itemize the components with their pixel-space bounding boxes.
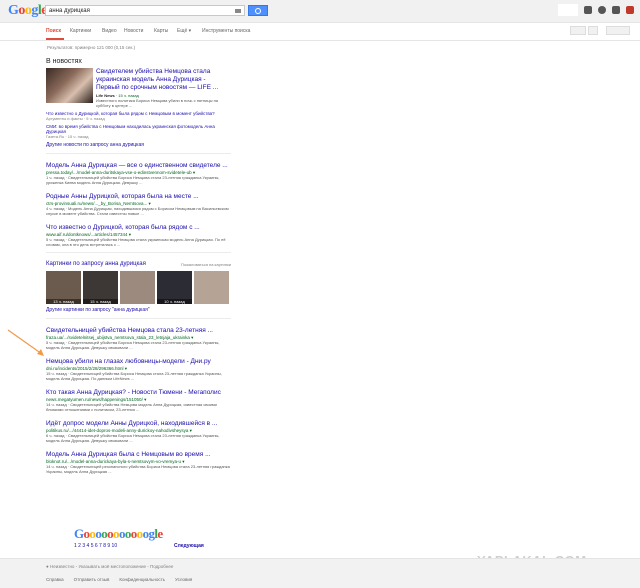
notifications-icon[interactable] xyxy=(598,6,606,14)
result-title[interactable]: Модель Анна Дурицкая — все о единственно… xyxy=(46,162,231,170)
result-snippet: 15 ч. назад · Свидетельницей убийства Бо… xyxy=(46,371,222,381)
page-link[interactable]: 9 xyxy=(107,543,110,549)
result-item: Кто такая Анна Дурицкая? - Новости Тюмен… xyxy=(46,389,231,412)
result-snippet: 5 ч. назад · Свидетельницей убийства Бор… xyxy=(46,340,220,350)
result-title[interactable]: Свидетельницей убийства Немцова стала 23… xyxy=(46,327,231,335)
account-area xyxy=(558,4,634,16)
share-icon[interactable] xyxy=(612,6,620,14)
divider xyxy=(46,252,231,253)
image-caption: 13 ч. назад xyxy=(46,299,81,304)
news-thumbnail-image[interactable] xyxy=(46,68,93,103)
image-caption: 15 ч. назад xyxy=(83,299,118,304)
tab-video[interactable]: Видео xyxy=(102,28,117,34)
tab-more[interactable]: Ещё ▾ xyxy=(177,28,191,34)
safe-search-icon[interactable] xyxy=(588,26,598,35)
news-main-snippet: Известного политика Бориса Немцова убили… xyxy=(96,98,219,108)
result-snippet: 5 ч. назад · Свидетельницей убийства Нем… xyxy=(46,237,226,247)
result-item: Идёт допрос модели Анны Дурицкой, находи… xyxy=(46,420,231,443)
result-item: Что известно о Дурицкой, которая была ря… xyxy=(46,224,231,247)
news-main-title[interactable]: Свидетелем убийства Немцова стала украин… xyxy=(96,68,231,92)
news-sub-meta-1: Аргументы и факты · 5 ч. назад xyxy=(46,116,105,121)
footer-links: Справка Отправить отзыв Конфиденциальнос… xyxy=(46,577,192,582)
search-input[interactable]: анна дурицкая xyxy=(45,5,245,16)
result-item: Модель Анна Дурицкая — все о единственно… xyxy=(46,162,231,185)
footer-link-help[interactable]: Справка xyxy=(46,577,64,582)
active-tab-indicator xyxy=(46,38,64,40)
more-news-link[interactable]: Другие новости по запросу анна дурицкая xyxy=(46,142,231,148)
page-link[interactable]: 8 xyxy=(103,543,106,549)
page-link[interactable]: 6 xyxy=(95,543,98,549)
image-thumbnail[interactable] xyxy=(194,271,229,304)
apps-grid-icon[interactable] xyxy=(584,6,592,14)
tab-maps[interactable]: Карты xyxy=(154,28,168,34)
results-column: В новостях Свидетелем убийства Немцова с… xyxy=(46,58,231,474)
result-snippet: 6 ч. назад · Свидетельницей убийства Бор… xyxy=(46,433,220,443)
result-title[interactable]: Модель Анна Дурицкая была с Немцовым во … xyxy=(46,451,231,459)
image-thumbnail[interactable]: 10 ч. назад xyxy=(157,271,192,304)
report-images-link[interactable]: Пожаловаться на картинки xyxy=(181,262,231,267)
page-link[interactable]: 5 xyxy=(91,543,94,549)
top-bar: Google анна дурицкая xyxy=(0,0,640,23)
page-link[interactable]: 7 xyxy=(99,543,102,549)
result-item: Модель Анна Дурицкая была с Немцовым во … xyxy=(46,451,231,474)
result-item: Родные Анны Дурицкой, которая была на ме… xyxy=(46,193,231,216)
result-title[interactable]: Немцова убили на глазах любовницы-модели… xyxy=(46,358,231,366)
page-link[interactable]: 3 xyxy=(82,543,85,549)
tab-search[interactable]: Поиск xyxy=(46,28,61,34)
result-snippet: 4 ч. назад · Модель Анна Дурицкая, наход… xyxy=(46,206,229,216)
news-sub-meta-2: Газета.Ru · 15 ч. назад xyxy=(46,134,89,139)
tab-images[interactable]: Картинки xyxy=(70,28,91,34)
result-snippet: 14 ч. назад · Свидетельницей убийства Не… xyxy=(46,402,217,412)
settings-gear-button[interactable] xyxy=(606,26,630,35)
search-nav: Поиск Картинки Видео Новости Карты Ещё ▾… xyxy=(0,23,640,41)
avatar[interactable] xyxy=(626,6,634,14)
tab-search-tools[interactable]: Инструменты поиска xyxy=(202,28,250,34)
search-button[interactable] xyxy=(248,5,268,16)
images-section-title[interactable]: Картинки по запросу анна дурицкая xyxy=(46,261,146,267)
page-link[interactable]: 10 xyxy=(112,543,118,549)
image-thumbnail[interactable]: 15 ч. назад xyxy=(83,271,118,304)
footer-link-terms[interactable]: Условия xyxy=(175,577,192,582)
image-caption: 10 ч. назад xyxy=(157,299,192,304)
results-count: Результатов: примерно 121 000 (0,15 сек.… xyxy=(47,45,136,50)
result-snippet: 1 ч. назад · Свидетельницей убийства Бор… xyxy=(46,175,220,185)
divider xyxy=(46,153,231,154)
account-name-box[interactable] xyxy=(558,4,578,16)
footer-location[interactable]: ● Неизвестно - Указывать моё местоположе… xyxy=(46,564,173,569)
result-title[interactable]: Что известно о Дурицкой, которая была ря… xyxy=(46,224,231,232)
divider xyxy=(46,318,231,319)
view-toggle-button[interactable] xyxy=(570,26,586,35)
page-link[interactable]: 2 xyxy=(78,543,81,549)
tab-news[interactable]: Новости xyxy=(124,28,143,34)
more-images-link[interactable]: Другие картинки по запросу "анна дурицка… xyxy=(46,307,231,313)
footer-link-feedback[interactable]: Отправить отзыв xyxy=(74,577,110,582)
result-title[interactable]: Родные Анны Дурицкой, которая была на ме… xyxy=(46,193,231,201)
image-thumbnail[interactable]: 13 ч. назад xyxy=(46,271,81,304)
result-title[interactable]: Кто такая Анна Дурицкая? - Новости Тюмен… xyxy=(46,389,231,397)
news-section-title: В новостях xyxy=(46,58,82,65)
result-snippet: 14 ч. назад · Свидетельницей резонансног… xyxy=(46,464,230,474)
search-query: анна дурицкая xyxy=(49,8,90,14)
result-item: Свидетельницей убийства Немцова стала 23… xyxy=(46,327,231,350)
google-logo[interactable]: Google xyxy=(8,3,47,19)
page-link[interactable]: 4 xyxy=(87,543,90,549)
pager-logo: Gooooooooooogle xyxy=(74,526,163,541)
images-header: Картинки по запросу анна дурицкая Пожало… xyxy=(46,261,231,267)
page-current: 1 xyxy=(74,543,77,549)
result-title[interactable]: Идёт допрос модели Анны Дурицкой, находи… xyxy=(46,420,231,428)
next-page-link[interactable]: Следующая xyxy=(174,543,204,549)
news-sub-link-2[interactable]: СМИ: во время убийства с Немцовым находи… xyxy=(46,124,231,134)
image-strip: 13 ч. назад 15 ч. назад 10 ч. назад xyxy=(46,271,231,304)
news-main-card: Свидетелем убийства Немцова стала украин… xyxy=(46,68,231,108)
keyboard-icon[interactable] xyxy=(235,9,241,13)
footer-link-privacy[interactable]: Конфиденциальность xyxy=(119,577,165,582)
result-item: Немцова убили на глазах любовницы-модели… xyxy=(46,358,231,381)
annotation-arrow-icon xyxy=(7,329,44,356)
footer: ● Неизвестно - Указывать моё местоположе… xyxy=(0,558,640,588)
image-thumbnail[interactable] xyxy=(120,271,155,304)
